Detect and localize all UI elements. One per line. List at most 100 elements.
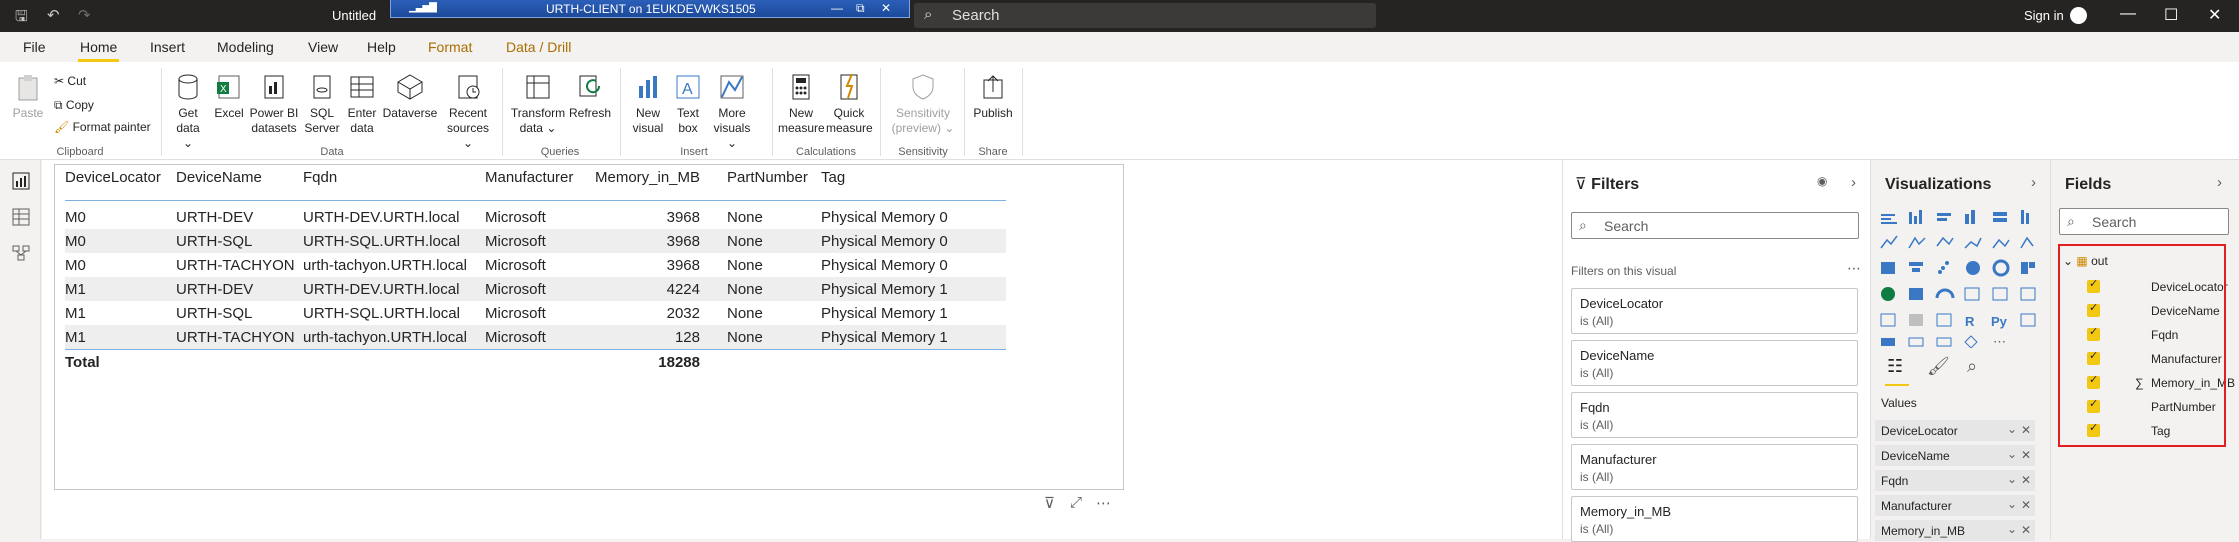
fields-well-icon[interactable]: ☷ [1887, 356, 1903, 377]
quick-measure-icon [840, 73, 858, 100]
header-divider [65, 200, 1006, 201]
tab-help[interactable]: Help [367, 39, 396, 55]
remove-icon[interactable]: ✕ [2021, 523, 2031, 537]
cut-button[interactable]: ✂ Cut [54, 74, 86, 88]
column-header[interactable]: Memory_in_MB [595, 169, 700, 186]
copy-button[interactable]: ⧉ Copy [54, 98, 94, 113]
value-well-item[interactable]: DeviceName ⌄ ✕ [1875, 445, 2035, 466]
power-bi-datasets-button[interactable]: Power BI datasets [248, 72, 300, 136]
filter-card[interactable]: Memory_in_MB is (All) [1571, 496, 1858, 542]
report-canvas[interactable]: DeviceLocator DeviceName Fqdn Manufactur… [42, 160, 1562, 539]
column-header[interactable]: Tag [821, 169, 845, 186]
chevron-down-icon[interactable]: ⌄ [2007, 472, 2017, 486]
paste-button[interactable]: Paste [10, 72, 46, 121]
publish-button[interactable]: Publish [970, 72, 1016, 121]
new-measure-button[interactable]: New measure [778, 72, 825, 136]
tab-file[interactable]: File [23, 39, 46, 55]
search-input[interactable]: ⌕ Search [914, 3, 1376, 28]
tab-insert[interactable]: Insert [150, 39, 185, 55]
close-icon[interactable]: ✕ [2208, 5, 2221, 25]
column-header[interactable]: PartNumber [727, 169, 808, 186]
recent-sources-button[interactable]: Recent sources ⌄ [442, 72, 494, 151]
group-label-data: Data [320, 146, 344, 158]
value-well-item[interactable]: DeviceLocator ⌄ ✕ [1875, 420, 2035, 441]
paintbrush-icon[interactable]: 🖌 [1927, 356, 1950, 377]
excel-button[interactable]: X Excel [212, 72, 246, 121]
tab-data-drill[interactable]: Data / Drill [506, 39, 571, 55]
group-label-queries: Queries [540, 146, 580, 158]
save-icon[interactable]: 🖫 [15, 6, 28, 31]
remove-icon[interactable]: ✕ [2021, 448, 2031, 462]
filters-title: ⊽ Filters [1575, 176, 1640, 193]
filter-icon[interactable]: ⊽ [1044, 494, 1055, 512]
group-label-calculations: Calculations [796, 146, 856, 158]
eye-icon[interactable]: ◉ [1817, 174, 1827, 188]
rdp-close-icon[interactable]: ✕ [881, 1, 891, 15]
rdp-restore-icon[interactable]: ⧉ [856, 1, 865, 16]
column-header[interactable]: DeviceName [176, 169, 262, 186]
text-box-button[interactable]: A Text box [670, 72, 706, 136]
tab-format[interactable]: Format [428, 39, 472, 55]
filter-card[interactable]: DeviceName is (All) [1571, 340, 1858, 386]
value-well-item[interactable]: Manufacturer ⌄ ✕ [1875, 495, 2035, 516]
enter-data-button[interactable]: Enter data [344, 72, 380, 136]
model-view-icon[interactable] [12, 244, 30, 262]
redo-icon[interactable]: ↷ [78, 6, 91, 24]
quick-measure-button[interactable]: Quick measure [826, 72, 873, 136]
undo-icon[interactable]: ↶ [47, 6, 60, 24]
column-header[interactable]: Manufacturer [485, 169, 573, 186]
remove-icon[interactable]: ✕ [2021, 473, 2031, 487]
collapse-fields-icon[interactable]: › [2217, 174, 2222, 191]
focus-mode-icon[interactable]: ⤢ [1070, 494, 1082, 511]
column-header[interactable]: Fqdn [303, 169, 337, 186]
separator [964, 68, 965, 156]
visualizations-title: Visualizations [1885, 176, 1992, 193]
chevron-down-icon[interactable]: ⌄ [2007, 522, 2017, 536]
remote-desktop-title: URTH-CLIENT on 1EUKDEVWKS1505 [546, 2, 756, 16]
get-data-button[interactable]: Get data ⌄ [170, 72, 206, 151]
column-header[interactable]: DeviceLocator [65, 169, 161, 186]
sql-server-icon [313, 75, 331, 99]
visual-type-gallery[interactable]: R Py ⋯ [1879, 208, 2043, 348]
tab-home[interactable]: Home [77, 39, 120, 62]
dataverse-button[interactable]: Dataverse [382, 72, 438, 121]
data-view-icon[interactable] [12, 208, 30, 226]
group-label-sensitivity: Sensitivity [898, 146, 948, 158]
filters-search-input[interactable]: ⌕ Search [1571, 212, 1859, 239]
new-visual-button[interactable]: New visual [628, 72, 668, 136]
refresh-button[interactable]: Refresh [568, 72, 612, 121]
chevron-down-icon[interactable]: ⌄ [2007, 447, 2017, 461]
more-options-icon[interactable]: ⋯ [1096, 494, 1111, 512]
report-view-icon[interactable] [12, 172, 30, 190]
remove-icon[interactable]: ✕ [2021, 423, 2031, 437]
minimize-icon[interactable]: — [2120, 5, 2136, 23]
more-visuals-button[interactable]: More visuals ⌄ [708, 72, 756, 151]
more-options-icon[interactable]: ⋯ [1847, 260, 1861, 277]
analytics-icon[interactable]: ⌕ [1967, 356, 1977, 377]
tab-view[interactable]: View [308, 39, 338, 55]
maximize-icon[interactable]: ☐ [2164, 5, 2178, 25]
table-row: M1 URTH-TACHYON urth-tachyon.URTH.local … [65, 325, 1006, 349]
avatar[interactable] [2070, 7, 2087, 24]
rdp-minimize-icon[interactable]: — [831, 1, 843, 15]
format-painter-button[interactable]: 🖌 Format painter [54, 120, 151, 134]
value-well-item[interactable]: Memory_in_MB ⌄ ✕ [1875, 520, 2035, 541]
transform-data-button[interactable]: Transform data ⌄ [510, 72, 566, 136]
table-visual[interactable]: DeviceLocator DeviceName Fqdn Manufactur… [54, 164, 1124, 490]
filter-card[interactable]: Fqdn is (All) [1571, 392, 1858, 438]
sensitivity-button[interactable]: Sensitivity (preview) ⌄ [888, 72, 958, 136]
collapse-filters-icon[interactable]: › [1851, 174, 1856, 191]
chevron-down-icon[interactable]: ⌄ [2007, 422, 2017, 436]
table-row: M1 URTH-DEV URTH-DEV.URTH.local Microsof… [65, 277, 1006, 301]
tab-modeling[interactable]: Modeling [217, 39, 274, 55]
filter-card[interactable]: DeviceLocator is (All) [1571, 288, 1858, 334]
chevron-down-icon[interactable]: ⌄ [2007, 497, 2017, 511]
fields-search-input[interactable]: ⌕ Search [2059, 208, 2229, 235]
value-well-item[interactable]: Fqdn ⌄ ✕ [1875, 470, 2035, 491]
dataset-icon [264, 75, 284, 99]
sql-server-button[interactable]: SQL Server [302, 72, 342, 136]
remove-icon[interactable]: ✕ [2021, 498, 2031, 512]
collapse-visualizations-icon[interactable]: › [2031, 174, 2036, 191]
sign-in-link[interactable]: Sign in [2024, 8, 2064, 23]
filter-card[interactable]: Manufacturer is (All) [1571, 444, 1858, 490]
